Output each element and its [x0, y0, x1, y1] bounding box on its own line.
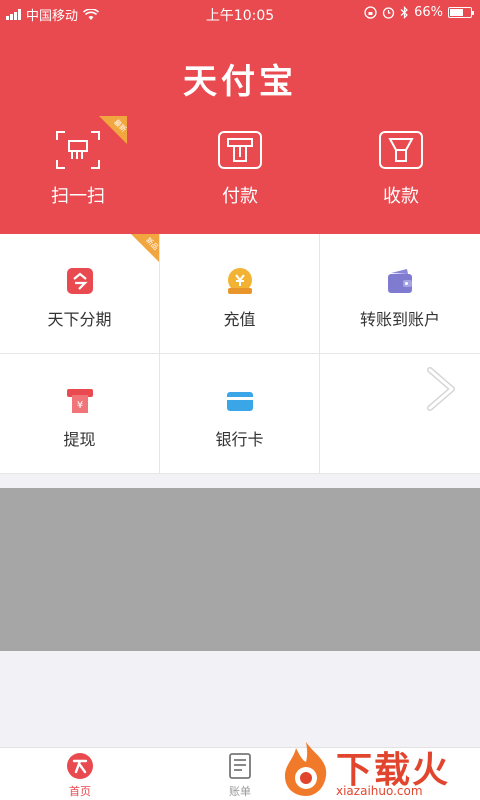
chevron-right-icon[interactable]: [424, 366, 458, 412]
tab-label: 首页: [69, 785, 91, 798]
pay-label: 付款: [222, 186, 258, 207]
bill-icon: [229, 753, 251, 779]
watermark-url: xiazaihuo.com: [336, 784, 423, 798]
receive-button[interactable]: 收款: [341, 130, 461, 208]
status-bar: 中国移动 上午10:05 66%: [0, 0, 480, 26]
service-transfer[interactable]: 转账到账户: [320, 234, 480, 354]
watermark: 下载火 xiazaihuo.com: [276, 738, 476, 800]
lock-rotation-icon: [364, 6, 377, 19]
services-grid: 新品 天下分期 充值 转账到账户 ¥ 提现 银行卡: [0, 234, 480, 474]
battery-percent: 66%: [414, 5, 443, 20]
flame-logo-icon: [284, 742, 327, 796]
bluetooth-icon: [400, 6, 408, 19]
new-product-badge: 新品: [131, 234, 159, 262]
wallet-transfer-icon: [388, 269, 412, 293]
scan-icon: [56, 131, 100, 169]
receive-label: 收款: [383, 186, 419, 207]
installment-icon: [66, 268, 93, 294]
withdraw-icon: ¥: [66, 389, 93, 413]
alarm-icon: [382, 7, 395, 19]
service-label: 银行卡: [215, 430, 264, 449]
tab-bill[interactable]: 账单: [200, 752, 280, 799]
tab-label: 账单: [229, 785, 251, 798]
home-icon: [67, 753, 93, 779]
service-label: 充值: [223, 310, 256, 329]
tab-home[interactable]: 首页: [40, 752, 120, 799]
service-withdraw[interactable]: ¥ 提现: [0, 354, 160, 474]
service-label: 提现: [63, 430, 96, 449]
service-label: 转账到账户: [359, 310, 440, 329]
receive-icon: [379, 131, 423, 169]
service-bank-card[interactable]: 银行卡: [160, 354, 320, 474]
app-title: 天付宝: [183, 62, 297, 102]
new-badge: 最新: [99, 116, 127, 144]
header: 天付宝 最新 扫一扫 付款 收款: [0, 26, 480, 234]
bank-card-icon: [226, 392, 253, 411]
recharge-icon: [227, 268, 252, 294]
scan-button[interactable]: 最新 扫一扫: [18, 116, 138, 208]
service-installment[interactable]: 新品 天下分期: [0, 234, 160, 354]
service-recharge[interactable]: 充值: [160, 234, 320, 354]
banner-placeholder[interactable]: [0, 488, 480, 651]
service-label: 天下分期: [47, 310, 112, 329]
battery-icon: [448, 7, 474, 18]
svg-text:¥: ¥: [76, 400, 82, 411]
pay-button[interactable]: 付款: [180, 130, 300, 208]
pay-icon: [218, 131, 262, 169]
scan-label: 扫一扫: [51, 186, 105, 207]
